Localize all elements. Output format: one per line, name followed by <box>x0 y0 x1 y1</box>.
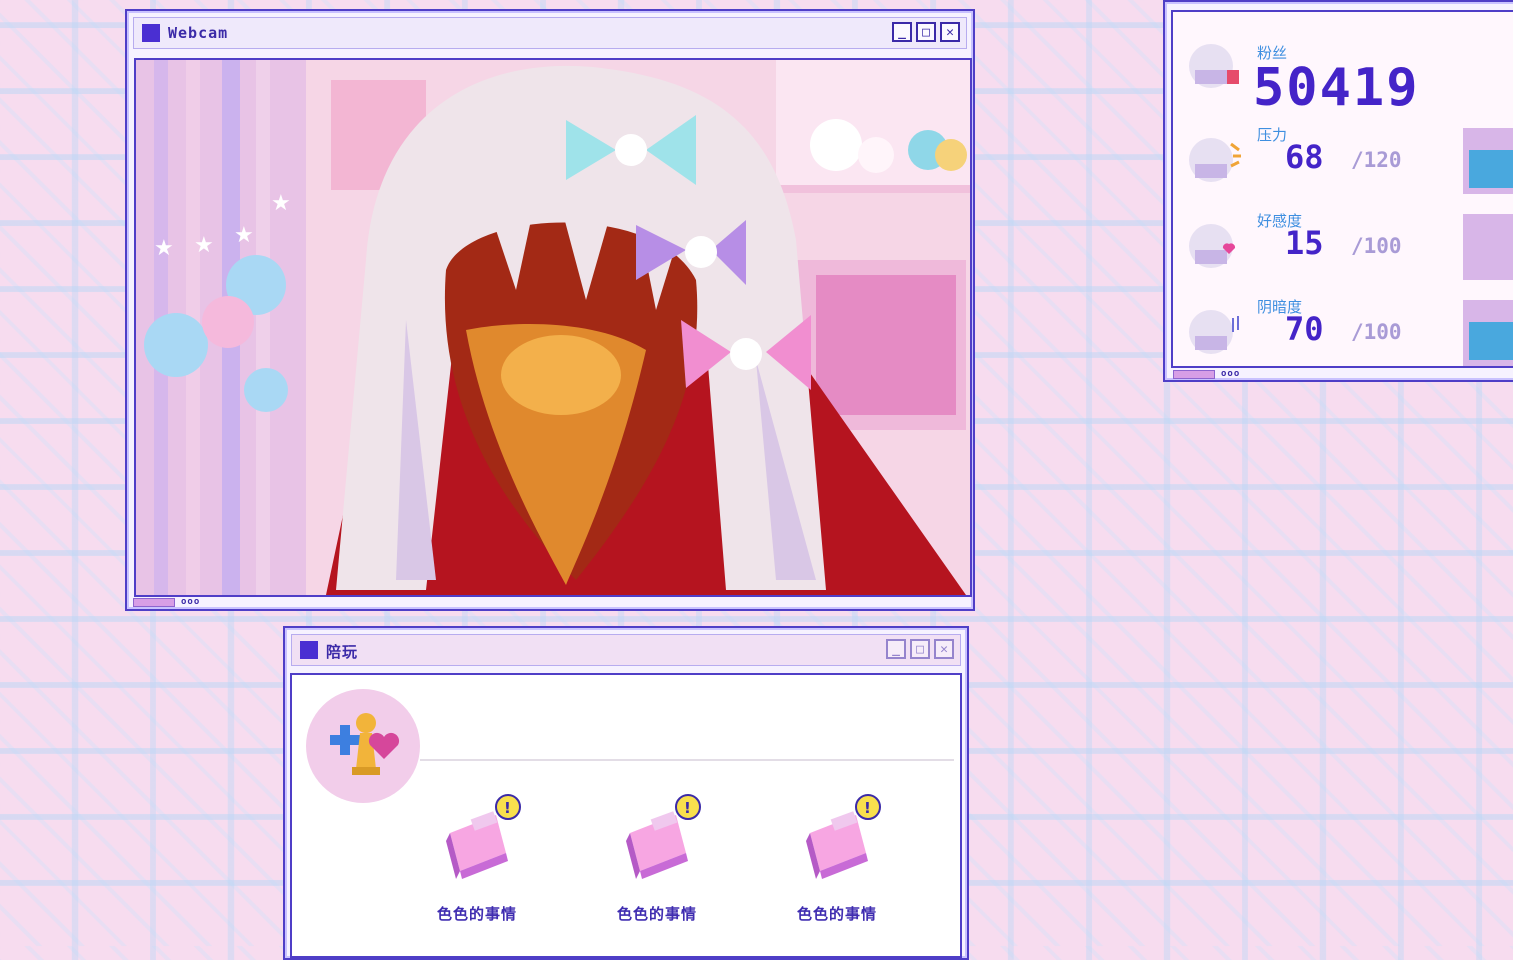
avatar-stress-icon <box>1189 138 1241 182</box>
status-indicator <box>1173 369 1215 379</box>
webcam-titlebar[interactable]: Webcam _ □ ✕ <box>133 17 967 49</box>
play-body: ! 色色的事情 ! 色色的事情 ! 色色的事情 <box>290 673 962 958</box>
stat-bar <box>1463 128 1513 194</box>
maximize-button[interactable]: □ <box>916 22 936 42</box>
stats-window: 粉丝 50419 压力 68 /120 好感度 15 /100 阴暗度 70 /… <box>1163 0 1513 382</box>
stat-value: 15 <box>1285 224 1324 262</box>
avatar-gloom-icon <box>1189 310 1239 354</box>
bed-icon: ! <box>626 794 701 879</box>
stat-value: 68 <box>1285 138 1324 176</box>
svg-text:!: ! <box>864 799 871 817</box>
stat-label: 压力 <box>1257 126 1288 144</box>
stat-max: /100 <box>1351 320 1402 344</box>
webcam-feed: ★ ★ ★ ★ <box>134 58 972 597</box>
stat-value: 70 <box>1285 310 1324 348</box>
webcam-window: Webcam _ □ ✕ ★ ★ ★ ★ ooo <box>125 9 975 611</box>
svg-text:★: ★ <box>271 191 291 216</box>
stat-row-darkness: 阴暗度 70 /100 <box>1173 278 1513 366</box>
window-icon <box>300 641 318 659</box>
action-label: 色色的事情 <box>616 905 697 923</box>
svg-text:!: ! <box>684 799 691 817</box>
play-title: 陪玩 <box>326 643 359 661</box>
stats-panel: 粉丝 50419 压力 68 /120 好感度 15 /100 阴暗度 70 /… <box>1171 10 1513 368</box>
game-piece-icon <box>330 713 400 775</box>
minimize-button[interactable]: _ <box>886 639 906 659</box>
play-titlebar[interactable]: 陪玩 _ □ ✕ <box>291 634 961 666</box>
divider <box>420 759 954 761</box>
close-button[interactable]: ✕ <box>934 639 954 659</box>
stat-row-stress: 压力 68 /120 <box>1173 106 1513 194</box>
status-dots: ooo <box>181 597 201 607</box>
fans-row: 粉丝 50419 <box>1173 12 1513 118</box>
window-icon <box>142 24 160 42</box>
bed-icon: ! <box>806 794 881 879</box>
svg-text:★: ★ <box>154 236 174 261</box>
action-label: 色色的事情 <box>436 905 517 923</box>
play-window: 陪玩 _ □ ✕ ! 色色的事情 ! 色色的事情 ! 色色的事情 <box>283 626 969 960</box>
stat-bar-fill <box>1469 322 1513 360</box>
play-category-icon <box>306 689 420 803</box>
webcam-title: Webcam <box>168 24 229 42</box>
stat-max: /100 <box>1351 234 1402 258</box>
action-item[interactable]: ! 色色的事情 <box>592 793 722 933</box>
action-item[interactable]: ! 色色的事情 <box>412 793 542 933</box>
status-indicator <box>133 597 175 607</box>
status-dots: ooo <box>1221 369 1241 379</box>
maximize-button[interactable]: □ <box>910 639 930 659</box>
stat-bar <box>1463 214 1513 280</box>
avatar-gift-icon <box>1189 44 1239 88</box>
stat-row-affection: 好感度 15 /100 <box>1173 192 1513 280</box>
webcam-scene-image: ★ ★ ★ ★ <box>136 60 970 595</box>
avatar-heart-icon <box>1189 224 1236 268</box>
svg-text:!: ! <box>504 799 511 817</box>
bed-icon: ! <box>446 794 521 879</box>
action-item[interactable]: ! 色色的事情 <box>772 793 902 933</box>
action-label: 色色的事情 <box>796 905 877 923</box>
stat-bar-fill <box>1469 150 1513 188</box>
svg-text:★: ★ <box>234 223 254 248</box>
svg-text:★: ★ <box>194 233 214 258</box>
close-button[interactable]: ✕ <box>940 22 960 42</box>
minimize-button[interactable]: _ <box>892 22 912 42</box>
stats-statusbar: ooo <box>1173 369 1240 379</box>
stat-bar <box>1463 300 1513 366</box>
stat-max: /120 <box>1351 148 1402 172</box>
webcam-statusbar: ooo <box>133 597 200 607</box>
